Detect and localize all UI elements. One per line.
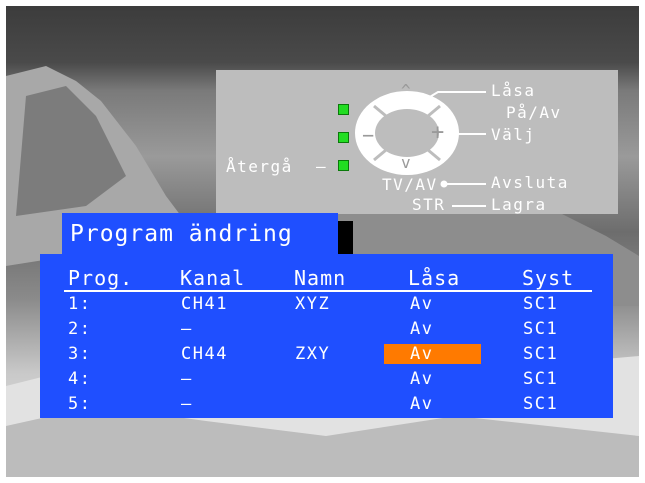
lasa-cell: Av	[410, 394, 434, 414]
tv-av-label: TV/AV	[382, 175, 438, 194]
lock-label: Låsa	[491, 81, 536, 100]
str-label: STR	[412, 195, 446, 214]
prog-cell: 5:	[68, 394, 92, 414]
syst-cell: SC1	[523, 294, 559, 314]
exit-label: Avsluta	[491, 173, 569, 192]
kanal-cell: –	[181, 319, 193, 339]
column-header-prog: Prog.	[68, 266, 134, 290]
lasa-cell: Av	[410, 294, 434, 314]
program-table: Prog. Kanal Namn Låsa Syst 1: CH41 XYZ A…	[40, 254, 613, 418]
kanal-cell: –	[181, 394, 193, 414]
back-label: Återgå	[226, 157, 293, 176]
syst-cell: SC1	[523, 344, 559, 364]
lasa-cell-selected[interactable]: Av	[410, 343, 433, 365]
syst-cell: SC1	[523, 394, 559, 414]
table-row[interactable]: 5: – Av SC1	[40, 393, 613, 418]
back-dash: –	[316, 157, 328, 176]
column-header-lasa: Låsa	[408, 266, 461, 290]
lasa-cell: Av	[410, 319, 434, 339]
table-row[interactable]: 2: – Av SC1	[40, 318, 613, 343]
table-row-selected[interactable]: 3: CH44 ZXY Av SC1	[40, 343, 613, 368]
store-label: Lagra	[491, 195, 547, 214]
remote-help-panel: ^ v − + Låsa På/Av Välj Återgå – TV/AV A…	[216, 70, 618, 214]
select-label: Välj	[491, 125, 536, 144]
column-header-kanal: Kanal	[180, 266, 246, 290]
on-off-label: På/Av	[506, 103, 562, 122]
tv-screen: ^ v − + Låsa På/Av Välj Återgå – TV/AV A…	[6, 6, 639, 477]
prog-cell: 4:	[68, 369, 92, 389]
syst-cell: SC1	[523, 319, 559, 339]
namn-cell: ZXY	[295, 344, 331, 364]
prog-cell: 1:	[68, 294, 92, 314]
table-row[interactable]: 4: – Av SC1	[40, 368, 613, 393]
column-header-syst: Syst	[522, 266, 575, 290]
prog-cell: 2:	[68, 319, 92, 339]
header-divider	[64, 290, 592, 292]
title-box: Program ändring	[62, 213, 338, 257]
prog-cell: 3:	[68, 344, 92, 364]
page-title: Program ändring	[70, 221, 293, 247]
namn-cell: XYZ	[295, 294, 331, 314]
kanal-cell: CH41	[181, 294, 228, 314]
kanal-cell: CH44	[181, 344, 228, 364]
kanal-cell: –	[181, 369, 193, 389]
syst-cell: SC1	[523, 369, 559, 389]
column-header-namn: Namn	[294, 266, 347, 290]
lasa-cell: Av	[410, 369, 434, 389]
table-row[interactable]: 1: CH41 XYZ Av SC1	[40, 293, 613, 318]
